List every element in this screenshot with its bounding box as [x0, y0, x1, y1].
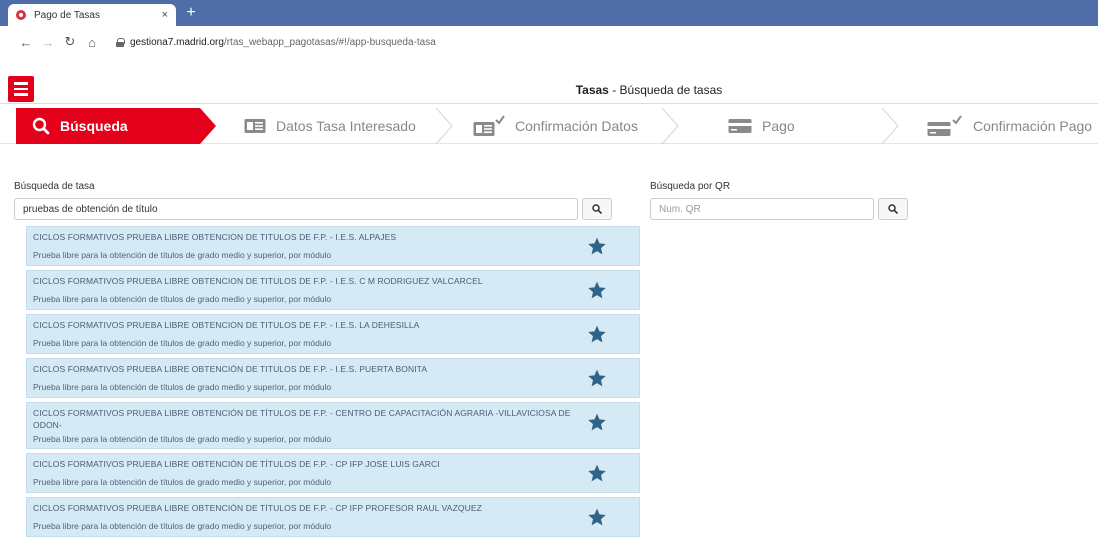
result-title: CICLOS FORMATIVOS PRUEBA LIBRE OBTENCIÓN…: [33, 459, 440, 469]
step-separator: [660, 107, 680, 145]
wizard-steps: Búsqueda Datos Tasa Interesado Confirmac…: [0, 107, 1098, 145]
step-label: Confirmación Pago: [973, 118, 1093, 134]
step-label: Datos Tasa Interesado: [276, 118, 416, 134]
step-separator: [880, 107, 900, 145]
address-bar: ← → ↻ ⌂ gestiona7.madrid.org/rtas_webapp…: [0, 26, 1098, 58]
app-header: Tasas - Búsqueda de tasas: [0, 76, 1098, 104]
results-list: CICLOS FORMATIVOS PRUEBA LIBRE OBTENCION…: [26, 226, 640, 541]
star-icon[interactable]: [587, 236, 607, 256]
url-host: gestiona7.madrid.org: [130, 36, 224, 48]
result-description: Prueba libre para la obtención de título…: [33, 382, 332, 392]
forward-icon[interactable]: →: [38, 35, 58, 50]
search-input[interactable]: [14, 198, 578, 220]
tab-close-button[interactable]: ×: [162, 9, 168, 21]
list-item[interactable]: CICLOS FORMATIVOS PRUEBA LIBRE OBTENCIÓN…: [26, 402, 640, 449]
page-title-bold: Tasas: [575, 83, 609, 97]
url-path: /rtas_webapp_pagotasas/#!/app-busqueda-t…: [223, 36, 436, 48]
result-title: CICLOS FORMATIVOS PRUEBA LIBRE OBTENCIÓN…: [33, 364, 428, 374]
search-label: Búsqueda de tasa: [14, 181, 95, 192]
star-icon[interactable]: [587, 507, 607, 527]
page-title-rest: - Búsqueda de tasas: [608, 83, 723, 97]
step-separator: [434, 107, 454, 145]
result-title: CICLOS FORMATIVOS PRUEBA LIBRE OBTENCION…: [33, 320, 420, 330]
result-description: Prueba libre para la obtención de título…: [33, 338, 332, 348]
result-description: Prueba libre para la obtención de título…: [33, 477, 332, 487]
page-title: Tasas - Búsqueda de tasas: [0, 83, 1098, 97]
result-description: Prueba libre para la obtención de título…: [33, 434, 332, 444]
result-title: CICLOS FORMATIVOS PRUEBA LIBRE OBTENCION…: [33, 232, 397, 242]
new-tab-button[interactable]: +: [182, 4, 200, 22]
result-description: Prueba libre para la obtención de título…: [33, 250, 332, 260]
star-icon[interactable]: [587, 412, 607, 432]
result-title: CICLOS FORMATIVOS PRUEBA LIBRE OBTENCIÓN…: [33, 408, 571, 430]
result-description: Prueba libre para la obtención de título…: [33, 294, 332, 304]
reload-icon[interactable]: ↻: [60, 34, 80, 50]
credit-card-check-icon: [927, 115, 963, 137]
step-pago[interactable]: Pago: [728, 108, 795, 144]
star-icon[interactable]: [587, 324, 607, 344]
credit-card-icon: [728, 118, 752, 134]
list-item[interactable]: CICLOS FORMATIVOS PRUEBA LIBRE OBTENCIÓN…: [26, 453, 640, 493]
list-item[interactable]: CICLOS FORMATIVOS PRUEBA LIBRE OBTENCION…: [26, 226, 640, 266]
step-busqueda[interactable]: Búsqueda: [16, 108, 216, 144]
search-row: [14, 198, 612, 220]
star-icon[interactable]: [587, 463, 607, 483]
step-datos-tasa[interactable]: Datos Tasa Interesado: [244, 108, 416, 144]
favicon-icon: [16, 10, 26, 20]
qr-row: [650, 198, 908, 220]
list-item[interactable]: CICLOS FORMATIVOS PRUEBA LIBRE OBTENCIÓN…: [26, 497, 640, 537]
home-icon[interactable]: ⌂: [82, 35, 102, 50]
list-item[interactable]: CICLOS FORMATIVOS PRUEBA LIBRE OBTENCION…: [26, 314, 640, 354]
step-label: Búsqueda: [60, 118, 128, 134]
qr-label: Búsqueda por QR: [650, 181, 731, 192]
step-confirmacion-datos[interactable]: Confirmación Datos: [473, 108, 638, 144]
step-label: Pago: [762, 118, 795, 134]
qr-search-button[interactable]: [878, 198, 908, 220]
list-item[interactable]: CICLOS FORMATIVOS PRUEBA LIBRE OBTENCION…: [26, 270, 640, 310]
step-label: Confirmación Datos: [515, 118, 638, 134]
result-description: Prueba libre para la obtención de título…: [33, 521, 332, 531]
search-icon: [592, 204, 602, 214]
tab-title: Pago de Tasas: [34, 9, 100, 21]
search-icon: [32, 117, 50, 135]
star-icon[interactable]: [587, 368, 607, 388]
star-icon[interactable]: [587, 280, 607, 300]
lock-icon: [116, 37, 125, 47]
search-button[interactable]: [582, 198, 612, 220]
qr-input[interactable]: [650, 198, 874, 220]
url-field[interactable]: gestiona7.madrid.org/rtas_webapp_pagotas…: [130, 37, 436, 48]
back-icon[interactable]: ←: [16, 35, 36, 50]
id-card-check-icon: [473, 115, 505, 137]
result-title: CICLOS FORMATIVOS PRUEBA LIBRE OBTENCIÓN…: [33, 503, 482, 513]
browser-tab[interactable]: Pago de Tasas ×: [8, 4, 176, 26]
id-card-icon: [244, 118, 266, 134]
step-confirmacion-pago[interactable]: Confirmación Pago: [927, 108, 1092, 144]
browser-tab-bar: Pago de Tasas × +: [0, 0, 1098, 26]
search-icon: [888, 204, 898, 214]
list-item[interactable]: CICLOS FORMATIVOS PRUEBA LIBRE OBTENCIÓN…: [26, 358, 640, 398]
result-title: CICLOS FORMATIVOS PRUEBA LIBRE OBTENCION…: [33, 276, 483, 286]
